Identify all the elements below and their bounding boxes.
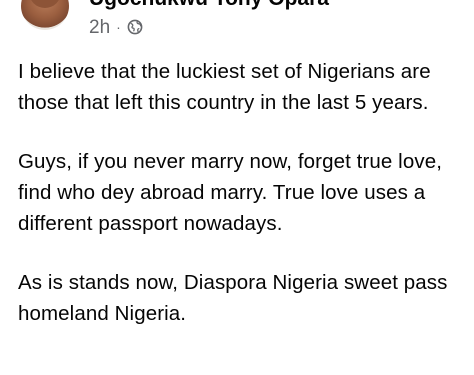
post-header: Ugochukwu Tony Opara 2h · — [0, 0, 474, 50]
globe-icon[interactable] — [127, 19, 143, 35]
post-paragraph-2: Guys, if you never marry now, forget tru… — [18, 150, 442, 235]
post-paragraph-3: As is stands now, Diaspora Nigeria sweet… — [18, 271, 448, 325]
author-name[interactable]: Ugochukwu Tony Opara — [89, 0, 329, 9]
avatar[interactable] — [21, 0, 69, 30]
post-meta: 2h · — [89, 16, 143, 38]
post-paragraph-1: I believe that the luckiest set of Niger… — [18, 60, 431, 114]
post-body: I believe that the luckiest set of Niger… — [18, 56, 466, 357]
meta-separator: · — [116, 19, 121, 35]
post-timestamp[interactable]: 2h — [89, 18, 110, 37]
